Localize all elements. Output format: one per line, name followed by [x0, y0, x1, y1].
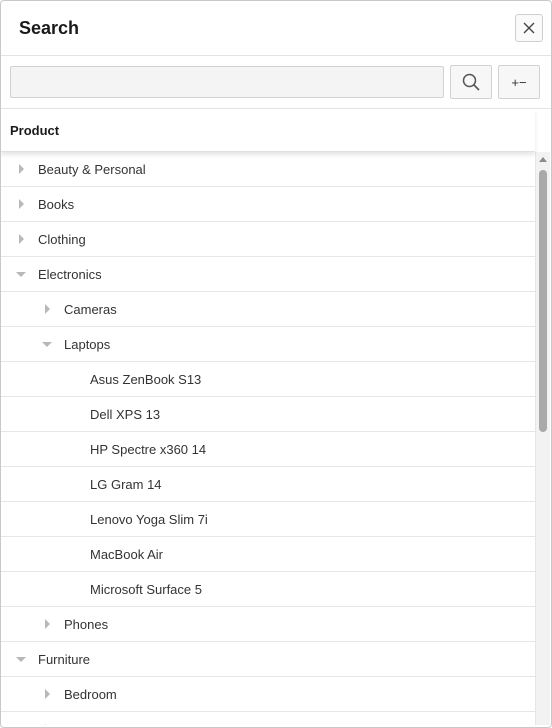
- search-dialog: Search +− Product Beauty & Personal Books…: [0, 0, 552, 728]
- collapsed-arrow-icon[interactable]: [41, 303, 53, 315]
- tree-viewport: Beauty & Personal Books Clothing Electronic…: [1, 152, 551, 725]
- dialog-title: Search: [19, 17, 80, 38]
- expanded-arrow-icon[interactable]: [15, 653, 27, 665]
- close-button[interactable]: [515, 14, 543, 42]
- tree-row-label: Phones: [64, 616, 109, 632]
- tree-row-label: Furniture: [38, 651, 91, 667]
- tree-row-label: HP Spectre x360 14: [90, 441, 207, 457]
- expanded-arrow-icon[interactable]: [15, 268, 27, 280]
- tree-group-row[interactable]: Phones: [1, 607, 535, 642]
- search-button[interactable]: [450, 65, 492, 99]
- tree-row-label: Asus ZenBook S13: [90, 371, 202, 387]
- tree-leaf-row[interactable]: Lenovo Yoga Slim 7i: [1, 502, 535, 537]
- collapsed-arrow-icon[interactable]: [41, 618, 53, 630]
- tree-row-label: Lenovo Yoga Slim 7i: [90, 511, 208, 527]
- tree-leaf-row[interactable]: Asus ZenBook S13: [1, 362, 535, 397]
- close-icon: [523, 22, 535, 34]
- tree-leaf-row[interactable]: MacBook Air: [1, 537, 535, 572]
- tree-group-row[interactable]: Beauty & Personal: [1, 152, 535, 187]
- tree-leaf-row[interactable]: Microsoft Surface 5: [1, 572, 535, 607]
- tree-group-row[interactable]: Cameras: [1, 292, 535, 327]
- tree-group-row[interactable]: Books: [1, 187, 535, 222]
- vertical-scrollbar[interactable]: [535, 152, 550, 725]
- column-header-product[interactable]: Product: [1, 109, 535, 152]
- product-tree: Beauty & Personal Books Clothing Electronic…: [1, 152, 535, 725]
- tree-group-row[interactable]: Electronics: [1, 257, 535, 292]
- tree-leaf-row[interactable]: HP Spectre x360 14: [1, 432, 535, 467]
- tree-row-label: Dell XPS 13: [90, 406, 161, 422]
- tree-row-label: Clothing: [38, 231, 86, 247]
- tree-row-label: Cameras: [64, 301, 117, 317]
- tree-row-label: MacBook Air: [90, 546, 163, 562]
- collapsed-arrow-icon[interactable]: [41, 688, 53, 700]
- tree-row-label: LG Gram 14: [90, 476, 162, 492]
- expand-collapse-button[interactable]: +−: [498, 65, 540, 99]
- collapsed-arrow-icon[interactable]: [15, 198, 27, 210]
- tree-row-label: Beauty & Personal: [38, 161, 146, 177]
- search-icon: [462, 73, 480, 91]
- tree-group-row[interactable]: Clothing: [1, 222, 535, 257]
- scrollbar-thumb[interactable]: [539, 170, 547, 432]
- tree-group-row[interactable]: Furniture: [1, 642, 535, 677]
- tree-group-row[interactable]: Bedroom: [1, 677, 535, 712]
- tree-leaf-row[interactable]: Dell XPS 13: [1, 397, 535, 432]
- collapsed-arrow-icon[interactable]: [15, 233, 27, 245]
- tree-row-label: Books: [38, 196, 75, 212]
- search-toolbar: +−: [1, 56, 551, 109]
- search-input[interactable]: [10, 66, 444, 98]
- scroll-up-arrow-icon[interactable]: [539, 157, 547, 162]
- tree-leaf-row[interactable]: LG Gram 14: [1, 467, 535, 502]
- collapsed-arrow-icon[interactable]: [41, 723, 53, 725]
- collapsed-arrow-icon[interactable]: [15, 163, 27, 175]
- dialog-header: Search: [1, 1, 551, 56]
- tree-row-label: Laptops: [64, 336, 111, 352]
- tree-group-row[interactable]: Laptops: [1, 327, 535, 362]
- expanded-arrow-icon[interactable]: [41, 338, 53, 350]
- tree-group-row[interactable]: [1, 712, 535, 725]
- tree-row-label: Electronics: [38, 266, 102, 282]
- tree-row-label: Microsoft Surface 5: [90, 581, 202, 597]
- tree-row-label: Bedroom: [64, 686, 117, 702]
